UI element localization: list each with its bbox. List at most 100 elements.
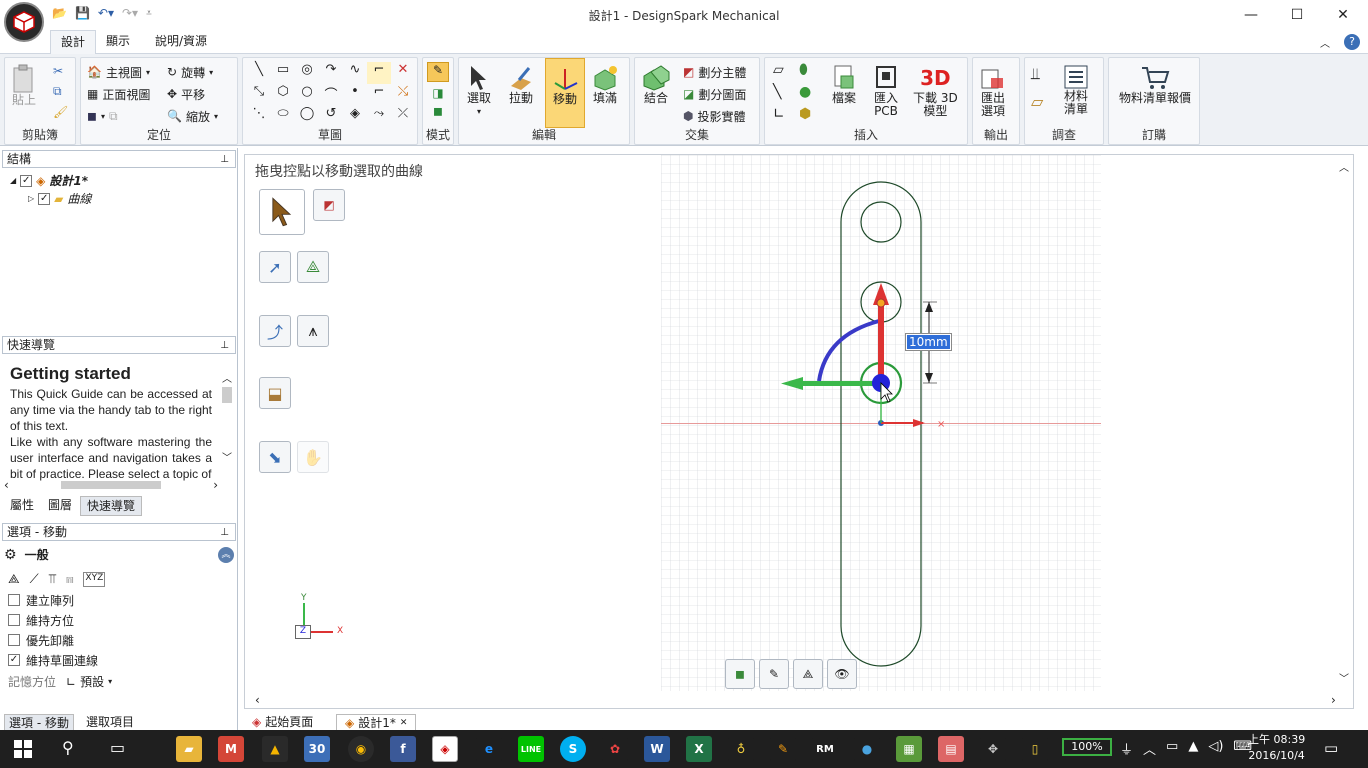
zoom-button[interactable]: 🔍 縮放 ▾ — [167, 106, 218, 126]
maintain-sketch-connectivity-option[interactable]: ✓ 維持草圖連線 — [8, 653, 98, 668]
clock[interactable]: 上午 08:39 2016/10/4 — [1248, 732, 1305, 764]
sphere-icon[interactable]: ● — [799, 84, 825, 106]
create-array-checkbox[interactable] — [8, 594, 20, 606]
network-icon[interactable]: ▭ — [1166, 739, 1178, 758]
paint-icon[interactable]: ✎ — [770, 736, 796, 762]
import-pcb-button[interactable]: 匯入 PCB — [873, 64, 899, 118]
excel-icon[interactable]: X — [686, 736, 712, 762]
design-canvas[interactable]: 拖曳控點以移動選取的曲線 × 10mm ◩ ➚ ⟁ ⤴ ⩚ ⬓ ⬊ ✋ Y X … — [244, 154, 1354, 709]
point-tool-icon[interactable]: • — [343, 84, 367, 106]
gmail-icon[interactable]: M — [218, 736, 244, 762]
pin-icon[interactable]: ⊥ — [220, 152, 229, 168]
calendar-icon[interactable]: 30 — [304, 736, 330, 762]
slot-tool-icon[interactable]: ◯ — [295, 106, 319, 128]
doc-tab-design1[interactable]: ◈ 設計1* ✕ — [336, 714, 417, 730]
help-icon[interactable]: ? — [1344, 34, 1360, 50]
rm-app-icon[interactable]: RM — [812, 736, 838, 762]
cut-icon[interactable]: ✂ — [53, 64, 68, 78]
view-cube-button[interactable]: ◼ ▾ ⧉ — [87, 106, 150, 126]
file-explorer-icon[interactable]: ▰ — [176, 736, 202, 762]
move-direction-tool-button[interactable]: ➚ — [259, 251, 291, 283]
chart-app-icon[interactable]: ▦ — [896, 736, 922, 762]
close-button[interactable]: ✕ — [1320, 0, 1366, 30]
ruler-dimension-tool-button[interactable]: ⤴ — [259, 315, 291, 347]
sketch-mode-icon[interactable]: ✎ — [427, 62, 449, 82]
tray-expand-icon[interactable]: ︿ — [1143, 739, 1156, 758]
line-app-icon[interactable]: LINE — [518, 736, 544, 762]
collapse-ribbon-icon[interactable]: ︿ — [1320, 35, 1330, 50]
bom-button[interactable]: 材料 清單 — [1063, 64, 1089, 116]
pan-button[interactable]: ✥ 平移 — [167, 84, 218, 104]
remember-orientation-select[interactable]: ∟ 預設 ▾ — [66, 673, 112, 690]
power-plug-icon[interactable]: ⏚ — [1120, 739, 1133, 758]
collapse-section-icon[interactable]: ︽ — [218, 546, 234, 563]
measure-icon[interactable]: ⫫ — [1031, 64, 1043, 84]
spline-tool-icon[interactable]: ∿ — [343, 62, 367, 84]
rotate-button[interactable]: ↻ 旋轉 ▾ — [167, 62, 218, 82]
notification-center-icon[interactable]: ▭ — [1324, 739, 1338, 757]
google-drive-icon[interactable]: ▲ — [262, 736, 288, 762]
tab-design[interactable]: 設計 — [50, 30, 97, 55]
sweep-arc-icon[interactable]: ↺ — [319, 106, 343, 128]
face-curve-icon[interactable]: ◈ — [343, 106, 367, 128]
mass-icon[interactable]: ▱ — [1031, 92, 1043, 111]
split-body-button[interactable]: ◩ 劃分主體 — [683, 62, 746, 82]
tangent-line-icon[interactable]: ⤡ — [247, 84, 271, 106]
move-anchor-tool-button[interactable]: ⟁ — [297, 251, 329, 283]
select-button[interactable]: 選取 ▾ — [467, 64, 491, 118]
fill-button[interactable]: 填滿 — [591, 64, 619, 105]
trim-tool-icon[interactable]: ⌐ — [367, 62, 391, 84]
copy-icon[interactable]: ⧉ — [53, 84, 68, 99]
plane-view-button[interactable]: ⟁ — [793, 659, 823, 689]
maintain-sketch-connectivity-checkbox[interactable]: ✓ — [8, 654, 20, 666]
paste-button[interactable]: 貼上 — [11, 64, 37, 107]
xyz-icon[interactable]: XYZ — [83, 572, 106, 587]
app-logo-icon[interactable] — [4, 2, 44, 42]
tab-layers[interactable]: 圖層 — [42, 496, 78, 516]
visibility-button[interactable]: 👁 — [827, 659, 857, 689]
combine-button[interactable]: 結合 — [641, 64, 671, 105]
export-options-button[interactable]: 匯出 選項 — [979, 64, 1007, 118]
bend-tool-icon[interactable]: ⤫ — [391, 106, 415, 128]
align-icon[interactable]: ⩎ — [66, 572, 73, 587]
detach-tool-button[interactable]: ⬊ — [259, 441, 291, 473]
edge-icon[interactable]: e — [476, 736, 502, 762]
circle-tool-icon[interactable]: ◎ — [295, 62, 319, 84]
front-view-button[interactable]: ▦ 正面視圖 — [87, 84, 150, 104]
detach-first-option[interactable]: 優先卸離 — [8, 633, 98, 648]
line-tool-icon[interactable]: ╲ — [247, 62, 271, 84]
ruler-icon[interactable]: ⟋ — [30, 572, 39, 587]
sketch-mode-button[interactable]: ✎ — [759, 659, 789, 689]
tab-quick-guide[interactable]: 快速導覽 — [80, 496, 143, 516]
lightbulb-app-icon[interactable]: ♁ — [728, 736, 754, 762]
pin-icon[interactable]: ⊥ — [220, 525, 229, 541]
project-body-button[interactable]: ⬢ 投影實體 — [683, 106, 746, 126]
solid-mode-button[interactable]: ◼ — [725, 659, 755, 689]
component-icon[interactable]: ⬢ — [799, 106, 825, 128]
tree-item-curves[interactable]: ▷ ✓ ▰ 曲線 — [28, 190, 91, 207]
tree-item-root[interactable]: ◢ ✓ ◈ 設計1* — [10, 172, 88, 189]
dimension-input[interactable]: 10mm — [905, 333, 952, 351]
anchor-icon[interactable]: ⟁ — [8, 572, 20, 587]
create-array-option[interactable]: 建立陣列 — [8, 593, 98, 608]
pin-icon[interactable]: ⊥ — [220, 338, 229, 354]
pull-button[interactable]: 拉動 — [507, 64, 535, 105]
canvas-scroll-right-icon[interactable]: › — [1331, 693, 1336, 707]
arc-tool-icon[interactable]: ↷ — [319, 62, 343, 84]
root-visibility-checkbox[interactable]: ✓ — [20, 174, 33, 187]
chrome-icon[interactable]: ◉ — [348, 736, 374, 762]
dimension-value[interactable]: 10mm — [907, 335, 950, 349]
search-icon[interactable]: ⚲ — [62, 738, 74, 757]
detach-first-checkbox[interactable] — [8, 634, 20, 646]
maintain-orientation-checkbox[interactable] — [8, 614, 20, 626]
tools-app-icon[interactable]: ▤ — [938, 736, 964, 762]
section-mode-icon[interactable]: ◨ — [427, 86, 449, 100]
maximize-button[interactable]: ☐ — [1274, 0, 1320, 30]
ellipse-tool-icon[interactable]: ⬭ — [271, 106, 295, 128]
options-general-section[interactable]: ⚙ 一般 ︽ — [4, 546, 234, 563]
format-painter-icon[interactable]: 🖌 — [53, 105, 68, 119]
construction-line-icon[interactable]: ⋱ — [247, 106, 271, 128]
polygon-tool-icon[interactable]: ⬡ — [271, 84, 295, 106]
axis-icon[interactable]: ╲ — [773, 84, 799, 106]
designspark-taskbar-icon[interactable]: ◈ — [432, 736, 458, 762]
